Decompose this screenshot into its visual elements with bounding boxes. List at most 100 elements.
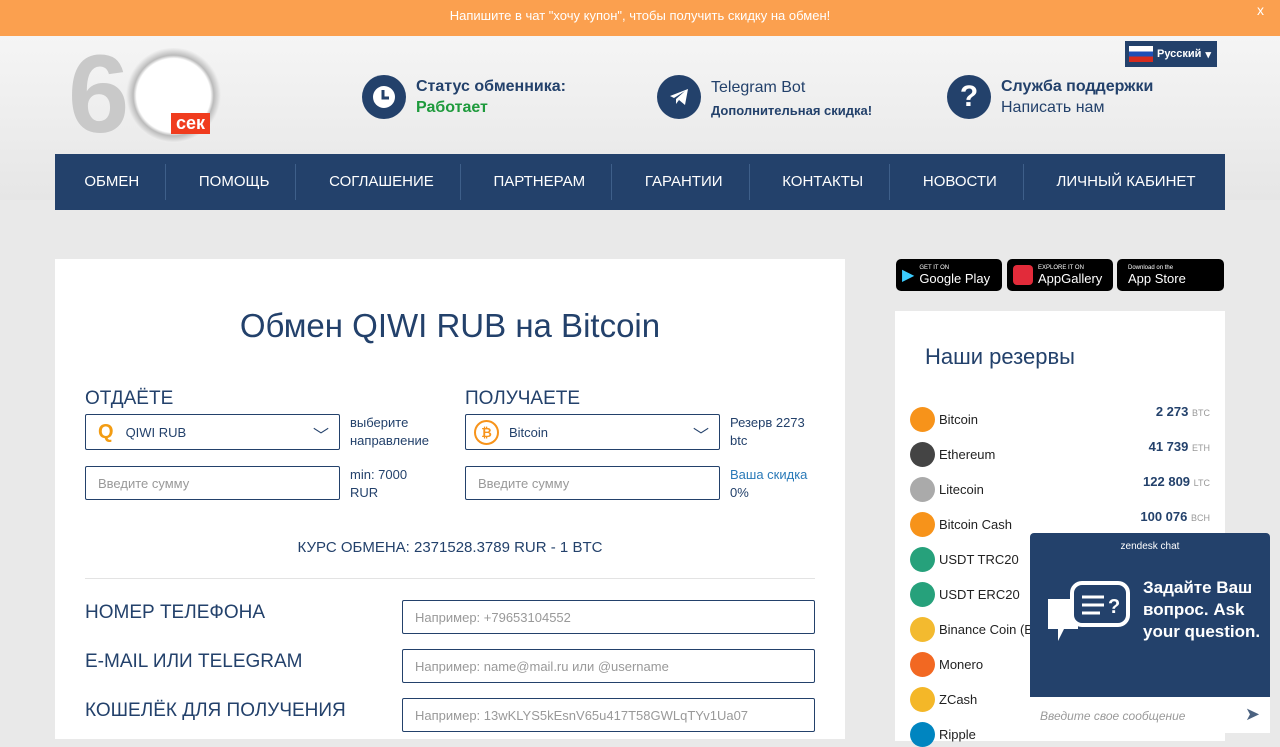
language-select[interactable]: Русский ▾ xyxy=(1125,41,1217,67)
coin-icon xyxy=(910,721,935,747)
coin-name: Binance Coin (B xyxy=(939,621,1033,637)
coin-icon xyxy=(910,546,935,572)
get-currency-select[interactable]: ₿ Bitcoin ﹀ xyxy=(465,414,720,450)
russia-flag-icon xyxy=(1129,46,1153,62)
amount-unit: BTC xyxy=(1192,408,1210,418)
question-icon: ? xyxy=(947,75,991,119)
coin-name: USDT ERC20 xyxy=(939,586,1020,602)
qiwi-icon: Q xyxy=(98,420,114,443)
amount-unit: LTC xyxy=(1193,478,1210,488)
badge-big: Google Play xyxy=(919,270,991,286)
coin-name: Litecoin xyxy=(939,481,984,497)
chat-input[interactable]: Введите свое сообщение xyxy=(1030,697,1270,733)
get-currency-value: Bitcoin xyxy=(509,424,549,440)
status-value: Работает xyxy=(416,98,488,116)
reserve-row[interactable]: Bitcoin 2 273 BTC xyxy=(910,404,1210,432)
chat-bubbles-icon: ? xyxy=(1048,581,1130,641)
min-note: min: 7000 RUR xyxy=(350,467,408,500)
amount-value: 41 739 xyxy=(1148,439,1189,454)
coin-name: Bitcoin xyxy=(939,411,979,427)
coin-icon xyxy=(910,511,935,537)
email-input[interactable]: Например: name@mail.ru или @username xyxy=(402,649,815,683)
logo-unit: сек xyxy=(171,113,211,134)
google-play-badge[interactable]: ▶ GET IT ON Google Play xyxy=(896,259,1002,291)
phone-input[interactable]: Например: +79653104552 xyxy=(402,600,815,634)
huawei-icon xyxy=(1013,265,1033,285)
support-title: Служба поддержки xyxy=(1001,77,1154,95)
coin-name: Ripple xyxy=(939,726,976,742)
status-block: Статус обменника: Работает xyxy=(362,75,566,119)
nav-account[interactable]: ЛИЧНЫЙ КАБИНЕТ xyxy=(1031,164,1222,200)
coin-name: Monero xyxy=(939,656,984,672)
reserve-amount: 122 809 LTC xyxy=(1143,474,1210,489)
support-link[interactable]: Написать нам xyxy=(1001,99,1153,117)
exchange-rate: КУРС ОБМЕНА: 2371528.3789 RUR - 1 BTC xyxy=(297,539,603,556)
promo-banner: Напишите в чат "хочу купон", чтобы получ… xyxy=(0,0,1280,36)
nav-agreement[interactable]: СОГЛАШЕНИЕ xyxy=(303,164,461,200)
coin-icon xyxy=(910,686,935,712)
coin-icon xyxy=(910,441,935,467)
page-title: Обмен QIWI RUB на Bitcoin xyxy=(239,307,661,344)
nav-guarantees[interactable]: ГАРАНТИИ xyxy=(619,164,750,200)
give-amount-input[interactable]: Введите сумму xyxy=(85,466,340,500)
give-label: ОТДАЁТЕ xyxy=(85,388,174,409)
appgallery-badge[interactable]: EXPLORE IT ON AppGallery xyxy=(1007,259,1113,291)
nav-help[interactable]: ПОМОЩЬ xyxy=(173,164,297,200)
telegram-sub: Дополнительная скидка! xyxy=(711,103,873,118)
chat-message: Задайте Ваш вопрос. Ask your question. xyxy=(1143,578,1261,641)
nav-contacts[interactable]: КОНТАКТЫ xyxy=(756,164,891,200)
phone-label: НОМЕР ТЕЛЕФОНА xyxy=(85,602,265,623)
close-banner-button[interactable]: x xyxy=(1257,0,1264,26)
bitcoin-icon: ₿ xyxy=(474,419,499,445)
badge-big: AppGallery xyxy=(1038,270,1103,286)
amount-unit: BCH xyxy=(1190,513,1210,523)
chat-header: zendesk chat xyxy=(1120,541,1180,552)
support-block[interactable]: ? Служба поддержки Написать нам xyxy=(947,75,1153,119)
nav-exchange[interactable]: ОБМЕН xyxy=(58,164,167,200)
coin-name: Ethereum xyxy=(939,446,996,462)
coin-name: Bitcoin Cash xyxy=(939,516,1012,532)
email-label: E-MAIL ИЛИ TELEGRAM xyxy=(85,651,303,672)
reserves-title: Наши резервы xyxy=(925,344,1075,369)
reserve-amount: 2 273 BTC xyxy=(1156,404,1210,419)
status-title: Статус обменника: xyxy=(416,77,566,95)
coin-name: USDT TRC20 xyxy=(939,551,1019,567)
coin-icon xyxy=(910,651,935,677)
chevron-down-icon: ﹀ xyxy=(692,428,709,445)
amount-value: 2 273 xyxy=(1155,404,1189,419)
amount-unit: ETH xyxy=(1192,443,1210,453)
chat-widget[interactable]: zendesk chat ? Задайте Ваш вопрос. Ask y… xyxy=(1030,533,1270,733)
send-icon[interactable]: ➤ xyxy=(1245,704,1260,725)
wallet-label: КОШЕЛЁК ДЛЯ ПОЛУЧЕНИЯ xyxy=(85,700,346,721)
give-note: выберите направление xyxy=(350,415,430,448)
svg-text:?: ? xyxy=(1108,596,1120,618)
amount-value: 100 076 xyxy=(1140,509,1188,524)
badge-big: App Store xyxy=(1128,270,1186,286)
telegram-icon xyxy=(657,75,701,119)
coin-icon xyxy=(910,476,935,502)
app-store-badge[interactable]: Download on the App Store xyxy=(1117,259,1224,291)
get-amount-input[interactable]: Введите сумму xyxy=(465,466,720,500)
reserve-row[interactable]: Ethereum 41 739 ETH xyxy=(910,439,1210,467)
coin-name: ZCash xyxy=(939,691,978,707)
reserve-row[interactable]: Litecoin 122 809 LTC xyxy=(910,474,1210,502)
reserve-amount: 100 076 BCH xyxy=(1140,509,1210,524)
amount-value: 122 809 xyxy=(1143,474,1191,489)
logo[interactable]: 60 сек xyxy=(68,40,233,152)
divider xyxy=(85,578,815,579)
caret-down-icon: ▾ xyxy=(1205,48,1211,61)
nav-partners[interactable]: ПАРТНЕРАМ xyxy=(468,164,613,200)
play-icon: ▶ xyxy=(902,267,915,284)
coin-icon xyxy=(910,406,935,432)
give-currency-value: QIWI RUB xyxy=(125,424,187,440)
clock-icon xyxy=(362,75,406,119)
coin-icon xyxy=(910,616,935,642)
exchange-card: Обмен QIWI RUB на Bitcoin ОТДАЁТЕ ПОЛУЧА… xyxy=(55,259,845,739)
discount-link[interactable]: Ваша скидка xyxy=(730,466,807,484)
nav-news[interactable]: НОВОСТИ xyxy=(897,164,1024,200)
wallet-input[interactable]: Например: 13wKLYS5kEsnV65u417T58GWLqTYv1… xyxy=(402,698,815,732)
telegram-block[interactable]: Telegram Bot Дополнительная скидка! xyxy=(657,75,872,119)
give-currency-select[interactable]: Q QIWI RUB ﹀ xyxy=(85,414,340,450)
reserve-amount: 41 739 ETH xyxy=(1149,439,1210,454)
telegram-title: Telegram Bot xyxy=(711,79,806,96)
